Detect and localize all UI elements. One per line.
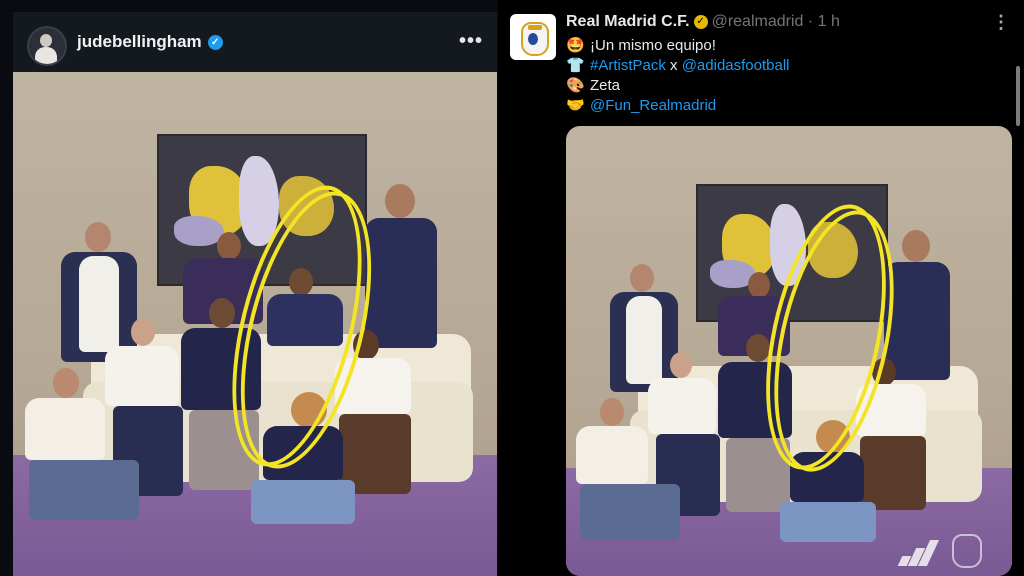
- more-options-icon[interactable]: •••: [459, 30, 483, 53]
- tweet-line: 🎨 Zeta: [566, 76, 620, 96]
- verified-gold-icon: ✓: [693, 14, 708, 29]
- adidas-logo-icon: [896, 540, 940, 566]
- real-madrid-watermark-icon: [952, 534, 982, 568]
- separator: ·: [807, 13, 814, 30]
- post-image[interactable]: [13, 72, 497, 576]
- real-madrid-crest-icon: [521, 22, 549, 56]
- tweet-image[interactable]: [566, 126, 1012, 576]
- palette-emoji-icon: 🎨: [566, 77, 585, 94]
- handle[interactable]: @realmadrid: [712, 13, 804, 30]
- tweet-line: 🤝 @Fun_Realmadrid: [566, 96, 716, 116]
- instagram-post: judebellingham ✓ •••: [13, 12, 497, 576]
- timestamp[interactable]: 1 h: [818, 13, 840, 30]
- avatar[interactable]: [27, 26, 67, 66]
- star-struck-emoji-icon: 🤩: [566, 37, 585, 54]
- display-name[interactable]: Real Madrid C.F.: [566, 13, 690, 30]
- mention-link[interactable]: @adidasfootball: [682, 57, 790, 74]
- tweet-line: 👕 #ArtistPack x @adidasfootball: [566, 56, 790, 76]
- username-text[interactable]: judebellingham: [77, 32, 202, 51]
- tweet: Real Madrid C.F. ✓ @realmadrid · 1 h ⋮ 🤩 ¡U…: [498, 0, 1024, 576]
- username[interactable]: judebellingham ✓: [77, 32, 223, 52]
- post-header: judebellingham ✓ •••: [13, 12, 497, 72]
- scrollbar[interactable]: [1016, 66, 1020, 126]
- profile-avatar[interactable]: [510, 14, 556, 60]
- more-options-icon[interactable]: ⋮: [992, 12, 1010, 33]
- mention-link[interactable]: @Fun_Realmadrid: [590, 97, 716, 114]
- tweet-header: Real Madrid C.F. ✓ @realmadrid · 1 h: [566, 12, 840, 32]
- tweet-line: 🤩 ¡Un mismo equipo!: [566, 36, 716, 56]
- verified-badge-icon: ✓: [207, 35, 223, 51]
- tweet-text: ¡Un mismo equipo!: [590, 37, 716, 54]
- handshake-emoji-icon: 🤝: [566, 97, 585, 114]
- tweet-text: x: [665, 57, 682, 74]
- hashtag-link[interactable]: #ArtistPack: [590, 57, 666, 74]
- tweet-text: Zeta: [590, 77, 621, 94]
- t-shirt-emoji-icon: 👕: [566, 57, 585, 74]
